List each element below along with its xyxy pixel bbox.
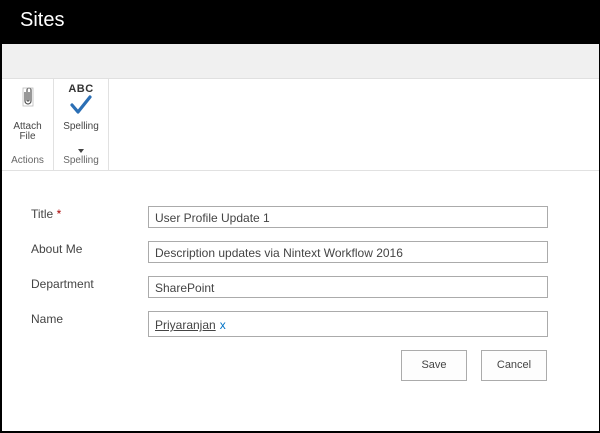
paperclip-icon <box>21 86 35 113</box>
spelling-button[interactable]: ABC Spelling <box>56 82 106 153</box>
edit-form: Title * User Profile Update 1 About Me D… <box>2 170 599 431</box>
title-input[interactable]: User Profile Update 1 <box>148 206 548 228</box>
ribbon: Attach File Actions ABC Spelling Spellin… <box>2 79 599 171</box>
cancel-button[interactable]: Cancel <box>481 350 547 381</box>
about-me-input[interactable]: Description updates via Nintext Workflow… <box>148 241 548 263</box>
about-me-row: About Me Description updates via Nintext… <box>2 241 599 271</box>
name-row: Name Priyaranjan x <box>2 311 599 341</box>
title-label: Title * <box>31 207 62 221</box>
required-marker: * <box>56 207 62 221</box>
spelling-label: Spelling <box>63 121 99 132</box>
suite-header: Sites <box>0 0 600 44</box>
ribbon-group-label-actions: Actions <box>11 155 44 166</box>
ribbon-group-spelling: ABC Spelling Spelling <box>54 79 109 170</box>
department-label: Department <box>31 277 94 291</box>
checkmark-icon <box>70 95 92 120</box>
title-row: Title * User Profile Update 1 <box>2 206 599 236</box>
site-title[interactable]: Sites <box>20 7 64 33</box>
save-button[interactable]: Save <box>401 350 467 381</box>
abc-icon-text: ABC <box>68 83 94 95</box>
main-content: Attach File Actions ABC Spelling Spellin… <box>2 44 599 431</box>
department-input[interactable]: SharePoint <box>148 276 548 298</box>
attach-file-button[interactable]: Attach File <box>4 82 51 150</box>
app-window: Sites Attach File Actions ABC Spelling S… <box>0 0 600 433</box>
person-token[interactable]: Priyaranjan <box>155 318 216 332</box>
attach-file-label: Attach File <box>13 121 42 142</box>
department-row: Department SharePoint <box>2 276 599 306</box>
ribbon-group-actions: Attach File Actions <box>2 79 54 170</box>
ribbon-group-label-spelling: Spelling <box>63 155 99 166</box>
remove-person-button[interactable]: x <box>220 318 226 332</box>
name-label: Name <box>31 312 64 326</box>
about-me-label: About Me <box>31 242 83 256</box>
people-picker-input[interactable]: Priyaranjan x <box>148 311 548 337</box>
ribbon-tab-bar <box>2 44 599 79</box>
